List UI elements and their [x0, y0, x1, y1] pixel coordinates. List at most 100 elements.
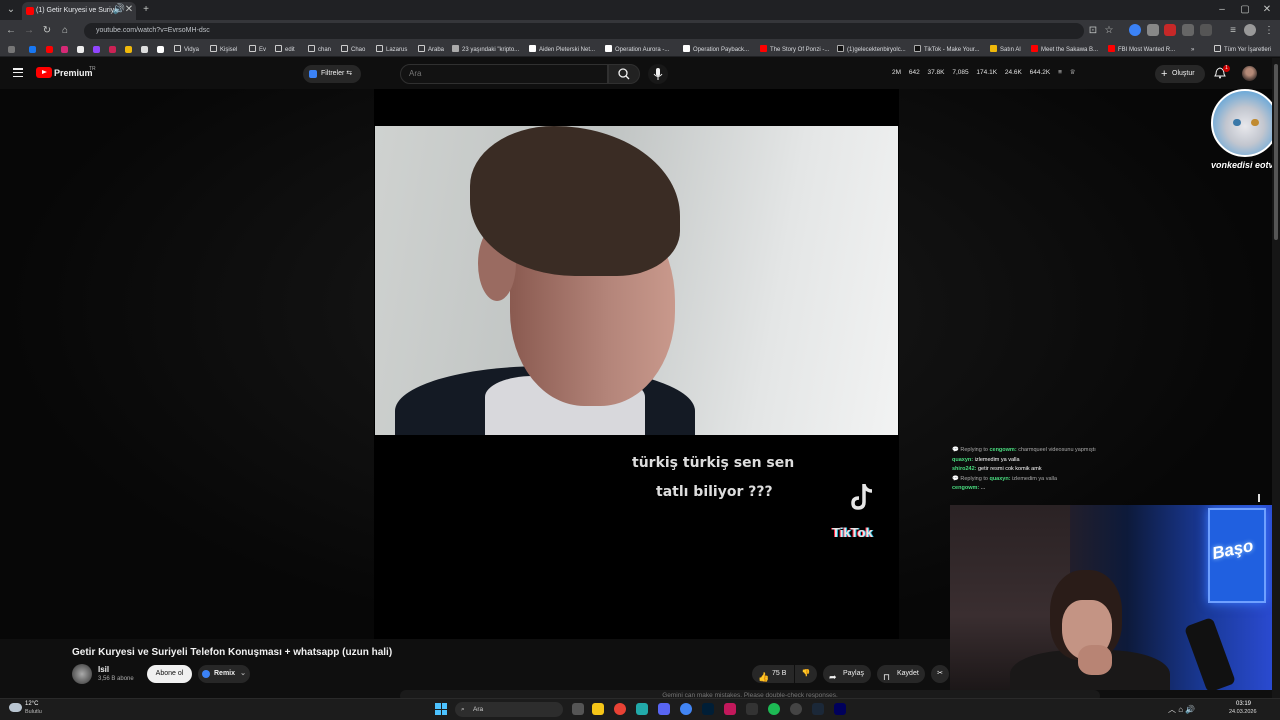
- bookmark-folder[interactable]: Kişisel: [210, 45, 237, 55]
- browser-menu-icon[interactable]: ⋮: [1262, 24, 1276, 38]
- app-icon-2[interactable]: [724, 703, 736, 715]
- extension-blue-icon[interactable]: [1129, 24, 1141, 36]
- bookmark-folder[interactable]: chan: [308, 45, 331, 55]
- tab-close-icon[interactable]: ✕: [122, 3, 136, 17]
- forward-icon[interactable]: →: [22, 24, 36, 38]
- youtube-favicon-icon: [26, 7, 34, 15]
- queue-icon[interactable]: ≡: [1058, 69, 1062, 76]
- bookmark-star-icon[interactable]: ☆: [1102, 24, 1116, 38]
- bookmark-link[interactable]: 23 yaşındaki "kripto...: [452, 45, 519, 55]
- subscribe-button[interactable]: Abone ol: [147, 665, 192, 683]
- bookmark-link[interactable]: Satın Al: [990, 45, 1021, 55]
- account-avatar[interactable]: [1242, 66, 1257, 81]
- premiere-icon[interactable]: [834, 703, 846, 715]
- scrollbar-thumb[interactable]: [1274, 64, 1278, 240]
- reading-list-icon[interactable]: ≡: [1226, 24, 1240, 38]
- save-button[interactable]: ⊓ Kaydet: [877, 665, 925, 683]
- bookmark-folder[interactable]: Vidya: [174, 45, 199, 55]
- youtube-logo-icon[interactable]: [36, 67, 52, 78]
- binance-icon[interactable]: [125, 46, 132, 53]
- hamburger-menu-icon[interactable]: [13, 68, 23, 78]
- like-button[interactable]: 👍 75 B: [752, 665, 794, 683]
- photoshop-icon[interactable]: [702, 703, 714, 715]
- facebook-icon[interactable]: [29, 46, 36, 53]
- trophy-icon[interactable]: ♕: [1070, 69, 1076, 76]
- search-button[interactable]: [608, 64, 640, 84]
- home-icon[interactable]: ⌂: [58, 24, 72, 38]
- bookmark-folder[interactable]: Araba: [418, 45, 444, 55]
- bookmark-link[interactable]: TikTok - Make Your...: [914, 45, 979, 55]
- clip-button[interactable]: ✂: [931, 665, 949, 683]
- bookmark-folder[interactable]: Chao: [341, 45, 365, 55]
- clock-time[interactable]: 03:19: [1236, 701, 1251, 707]
- profile-icon[interactable]: [1244, 24, 1256, 36]
- mail-icon[interactable]: [141, 46, 148, 53]
- reload-icon[interactable]: ↻: [40, 24, 54, 38]
- window-close-icon[interactable]: ✕: [1260, 3, 1274, 17]
- bookmark-link[interactable]: Operation Payback...: [683, 45, 749, 55]
- app-icon-1[interactable]: [636, 703, 648, 715]
- discord-icon[interactable]: [658, 703, 670, 715]
- bookmark-folder[interactable]: edit: [275, 45, 295, 55]
- share-arrow-icon: ➦: [829, 672, 837, 682]
- remix-button[interactable]: Remix ⌄: [198, 665, 250, 683]
- youtube-icon[interactable]: [46, 46, 53, 53]
- all-bookmarks[interactable]: Tüm Yer İşaretleri: [1214, 45, 1271, 55]
- taskbar-search[interactable]: ⌕ Ara: [455, 702, 563, 717]
- channel-avatar[interactable]: [72, 664, 92, 684]
- minimize-icon[interactable]: –: [1215, 3, 1229, 17]
- windows-start-icon[interactable]: [435, 703, 447, 715]
- voice-search-button[interactable]: [648, 64, 668, 84]
- extension-box-icon[interactable]: [1200, 24, 1212, 36]
- page-scrollbar[interactable]: [1272, 58, 1280, 698]
- epic-games-icon[interactable]: [746, 703, 758, 715]
- spotify-icon[interactable]: [768, 703, 780, 715]
- system-tray[interactable]: ︿ ⌂ 🔊: [1168, 704, 1195, 715]
- new-tab-icon[interactable]: +: [139, 3, 153, 17]
- chrome-alt-icon[interactable]: [680, 703, 692, 715]
- bookmark-link[interactable]: Operation Aurora -...: [605, 45, 669, 55]
- share-button[interactable]: ➦ Paylaş: [823, 665, 871, 683]
- chat-message: charmqueel videosunu yapmıştı: [1018, 447, 1096, 453]
- bookmark-icon-p[interactable]: [157, 46, 164, 53]
- media-player-icon[interactable]: [790, 703, 802, 715]
- channel-name[interactable]: Isil: [98, 665, 109, 674]
- filter-button[interactable]: Filtreler ⇆: [303, 65, 361, 83]
- volume-icon[interactable]: 🔊: [1185, 705, 1195, 714]
- x-icon[interactable]: [77, 46, 84, 53]
- weather-temperature[interactable]: 12°C: [25, 701, 38, 707]
- back-icon[interactable]: ←: [4, 24, 18, 38]
- bookmark-icon-a[interactable]: [109, 46, 116, 53]
- extension-puzzle-icon[interactable]: [1182, 24, 1194, 36]
- twitch-icon[interactable]: [93, 46, 100, 53]
- instagram-icon[interactable]: [61, 46, 68, 53]
- bookmark-link[interactable]: Meet the Sakawa B...: [1031, 45, 1098, 55]
- url-input[interactable]: youtube.com/watch?v=EvrsoMH-dsc: [84, 23, 1084, 39]
- thumbs-down-icon: 👎: [801, 670, 811, 677]
- folder-icon: [174, 45, 181, 52]
- apps-icon[interactable]: [8, 46, 15, 53]
- search-input[interactable]: Ara: [400, 64, 608, 84]
- bookmark-link[interactable]: The Story Of Ponzi -...: [760, 45, 829, 55]
- bookmark-folder[interactable]: Ev: [249, 45, 266, 55]
- dislike-button[interactable]: 👎: [795, 665, 817, 683]
- tab-search-icon[interactable]: ⌄: [4, 3, 18, 17]
- file-explorer-icon[interactable]: [592, 703, 604, 715]
- bookmarks-overflow[interactable]: »: [1191, 45, 1194, 55]
- cloud-icon[interactable]: [9, 703, 22, 712]
- bookmark-link[interactable]: FBI Most Wanted R...: [1108, 45, 1175, 55]
- tray-chevron-icon[interactable]: ︿: [1168, 705, 1176, 714]
- extension-gray-icon[interactable]: [1147, 24, 1159, 36]
- bookmark-folder[interactable]: Lazarus: [376, 45, 407, 55]
- chrome-icon[interactable]: [614, 703, 626, 715]
- youtube-brand[interactable]: Premium: [54, 68, 93, 78]
- create-button[interactable]: + Oluştur: [1155, 65, 1205, 83]
- maximize-icon[interactable]: ▢: [1238, 3, 1252, 17]
- bookmark-link[interactable]: Aiden Pleterski Net...: [529, 45, 595, 55]
- bookmark-link[interactable]: (1)gelecektenbiryolc...: [837, 45, 906, 55]
- task-view-icon[interactable]: [572, 703, 584, 715]
- install-app-icon[interactable]: ⊡: [1086, 24, 1100, 38]
- extension-new-icon[interactable]: [1164, 24, 1176, 36]
- steam-icon[interactable]: [812, 703, 824, 715]
- network-icon[interactable]: ⌂: [1178, 705, 1183, 714]
